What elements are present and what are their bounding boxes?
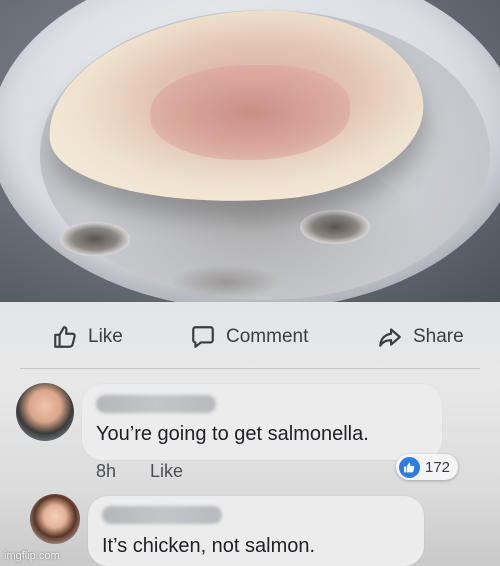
blurred-username <box>96 395 216 413</box>
comment-button[interactable]: Comment <box>190 322 308 352</box>
comment-bubble: You’re going to get salmonella. <box>82 384 442 460</box>
face-left-eye <box>60 222 130 256</box>
face-nose <box>170 265 280 299</box>
reaction-count-badge[interactable]: 172 <box>396 454 459 480</box>
comment-label: Comment <box>226 326 309 347</box>
meme-photo <box>0 0 500 302</box>
speech-bubble-icon <box>192 326 214 348</box>
divider <box>20 368 480 369</box>
comment-bubble: It’s chicken, not salmon. <box>88 496 424 566</box>
share-label: Share <box>413 326 464 347</box>
watermark: imgflip.com <box>4 550 60 562</box>
comment-text: You’re going to get salmonella. <box>96 423 369 445</box>
comment-like-link[interactable]: Like <box>150 461 183 482</box>
share-button[interactable]: Share <box>377 322 464 352</box>
like-reaction-icon <box>399 456 420 478</box>
like-button[interactable]: Like <box>52 322 123 352</box>
comment-text: It’s chicken, not salmon. <box>102 535 316 557</box>
post-action-bar: Like Comment Share <box>0 302 500 368</box>
reaction-count: 172 <box>425 458 451 476</box>
comment-timestamp: 8h <box>96 461 117 481</box>
like-label: Like <box>88 326 123 347</box>
share-arrow-icon <box>379 328 401 347</box>
face-right-eye <box>300 210 370 244</box>
chicken-pink-center <box>150 65 350 160</box>
avatar[interactable] <box>16 383 74 441</box>
thumbs-up-icon <box>54 326 76 348</box>
blurred-username <box>102 506 222 524</box>
avatar[interactable] <box>30 494 80 544</box>
